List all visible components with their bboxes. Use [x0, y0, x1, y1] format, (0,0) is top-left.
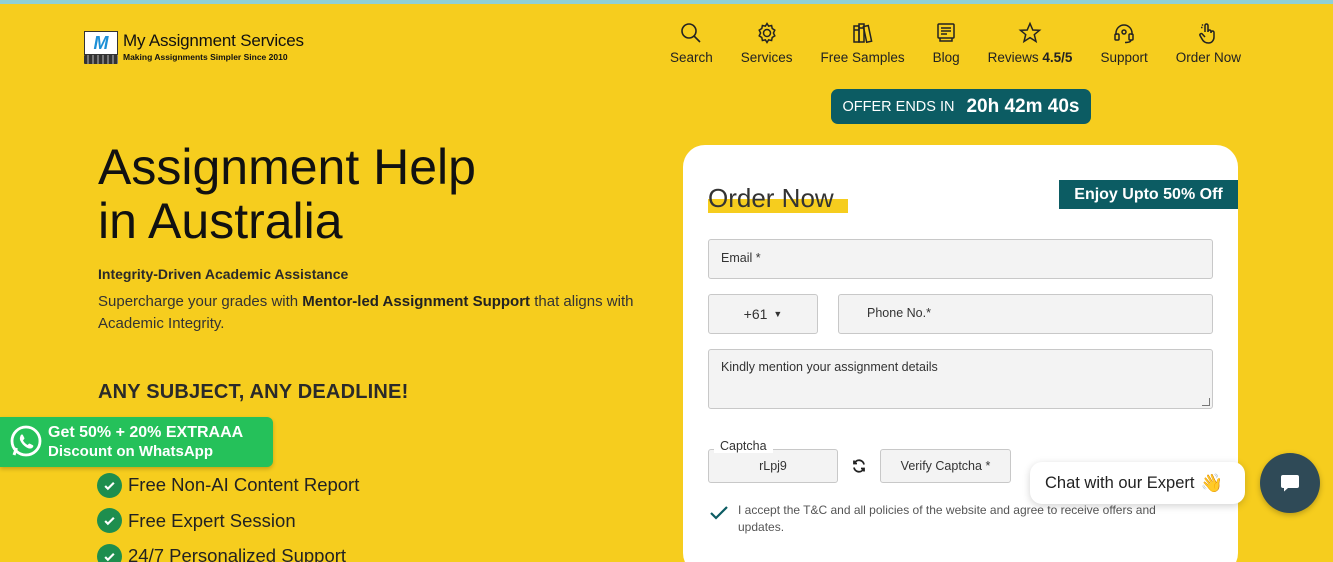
- whatsapp-discount-button[interactable]: Get 50% + 20% EXTRAAA Discount on WhatsA…: [0, 417, 273, 467]
- feature-text: 24/7 Personalized Support: [128, 545, 347, 562]
- whatsapp-offer-line2: Discount on WhatsApp: [48, 443, 213, 460]
- nav-label: Search: [670, 50, 713, 65]
- reviews-rating: 4.5/5: [1042, 50, 1073, 65]
- waving-hand-icon: 👋: [1200, 472, 1223, 493]
- reviews-label: Reviews: [987, 50, 1039, 65]
- top-accent-bar: [0, 0, 1333, 4]
- blog-icon: [933, 20, 959, 46]
- email-field[interactable]: Email *: [708, 239, 1213, 279]
- nav-support[interactable]: Support: [1100, 20, 1148, 65]
- keyboard-icon: [84, 55, 118, 64]
- terms-text: I accept the T&C and all policies of the…: [738, 503, 1156, 534]
- whatsapp-icon: [6, 422, 46, 462]
- chat-launcher-button[interactable]: [1260, 453, 1320, 513]
- terms-consent: I accept the T&C and all policies of the…: [708, 502, 1188, 536]
- logo-mark-icon: M: [84, 31, 118, 65]
- check-circle-icon: [97, 472, 122, 498]
- assignment-details-textarea[interactable]: Kindly mention your assignment details: [708, 349, 1213, 409]
- nav-label: Services: [740, 50, 793, 65]
- nav-order-now[interactable]: Order Now: [1176, 20, 1241, 65]
- check-circle-icon: [97, 508, 122, 534]
- brand-name: My Assignment Services: [123, 31, 304, 50]
- books-icon: [850, 20, 876, 46]
- country-code-select[interactable]: +61 ▼: [708, 294, 818, 334]
- nav-label: Order Now: [1175, 50, 1241, 65]
- page-title: Assignment Help in Australia: [98, 140, 618, 248]
- nav-reviews[interactable]: Reviews 4.5/5: [988, 20, 1073, 65]
- gear-icon: [754, 20, 780, 46]
- nav-label: Blog: [932, 50, 960, 65]
- list-item: 24/7 Personalized Support: [97, 539, 359, 562]
- brand-logo[interactable]: M My Assignment Services Making Assignme…: [84, 31, 304, 65]
- list-item: Free Expert Session: [97, 503, 359, 539]
- nav-blog[interactable]: Blog: [933, 20, 960, 65]
- hero-description: Supercharge your grades with Mentor-led …: [98, 291, 658, 335]
- nav-label: Support: [1100, 50, 1148, 65]
- details-placeholder: Kindly mention your assignment details: [721, 360, 938, 374]
- offer-timer: 20h 42m 40s: [966, 95, 1080, 117]
- search-icon: [678, 20, 704, 46]
- hero-tagline: Integrity-Driven Academic Assistance: [98, 266, 349, 282]
- chat-icon: [1281, 475, 1299, 492]
- subject-heading: ANY SUBJECT, ANY DEADLINE!: [98, 381, 409, 403]
- country-code-value: +61: [743, 306, 768, 322]
- nav-services[interactable]: Services: [741, 20, 793, 65]
- terms-checkbox[interactable]: [708, 502, 730, 524]
- star-icon: [1017, 20, 1043, 46]
- nav-label: Reviews 4.5/5: [988, 50, 1073, 65]
- check-circle-icon: [97, 543, 122, 562]
- logo-letter: M: [84, 31, 118, 55]
- caret-down-icon: ▼: [773, 309, 783, 319]
- verify-captcha-field[interactable]: Verify Captcha *: [880, 449, 1011, 483]
- whatsapp-offer-line1: Get 50% + 20% EXTRAAA: [48, 424, 244, 441]
- desc-bold: Mentor-led Assignment Support: [302, 293, 531, 310]
- desc-pre: Supercharge your grades with: [98, 293, 303, 310]
- nav-free-samples[interactable]: Free Samples: [821, 20, 905, 65]
- main-nav: Search Services Free Samples Blog Review…: [642, 20, 1241, 65]
- hand-pointer-icon: [1195, 20, 1221, 46]
- captcha-label: Captcha: [714, 439, 773, 453]
- resize-handle-icon[interactable]: [1202, 398, 1210, 406]
- captcha-display: rLpj9: [708, 449, 838, 483]
- feature-text: Free Expert Session: [128, 509, 296, 531]
- list-item: Free Non-AI Content Report: [97, 468, 359, 504]
- nav-search[interactable]: Search: [670, 20, 713, 65]
- chat-with-expert-bubble[interactable]: Chat with our Expert 👋: [1030, 462, 1245, 504]
- offer-countdown: OFFER ENDS IN 20h 42m 40s: [831, 89, 1091, 124]
- form-title-wrap: Order Now: [708, 183, 848, 214]
- title-line-2: in Australia: [98, 193, 343, 249]
- chat-bubble-text: Chat with our Expert: [1045, 473, 1195, 492]
- feature-text: Free Non-AI Content Report: [128, 474, 360, 496]
- discount-badge: Enjoy Upto 50% Off: [1059, 180, 1238, 209]
- refresh-captcha-icon[interactable]: [851, 458, 867, 474]
- title-line-1: Assignment Help: [98, 139, 476, 195]
- offer-label: OFFER ENDS IN: [842, 98, 955, 115]
- phone-field[interactable]: Phone No.*: [838, 294, 1213, 334]
- nav-label: Free Samples: [820, 50, 905, 65]
- headset-icon: [1111, 20, 1137, 46]
- form-title: Order Now: [708, 183, 834, 213]
- brand-tagline: Making Assignments Simpler Since 2010: [123, 52, 288, 62]
